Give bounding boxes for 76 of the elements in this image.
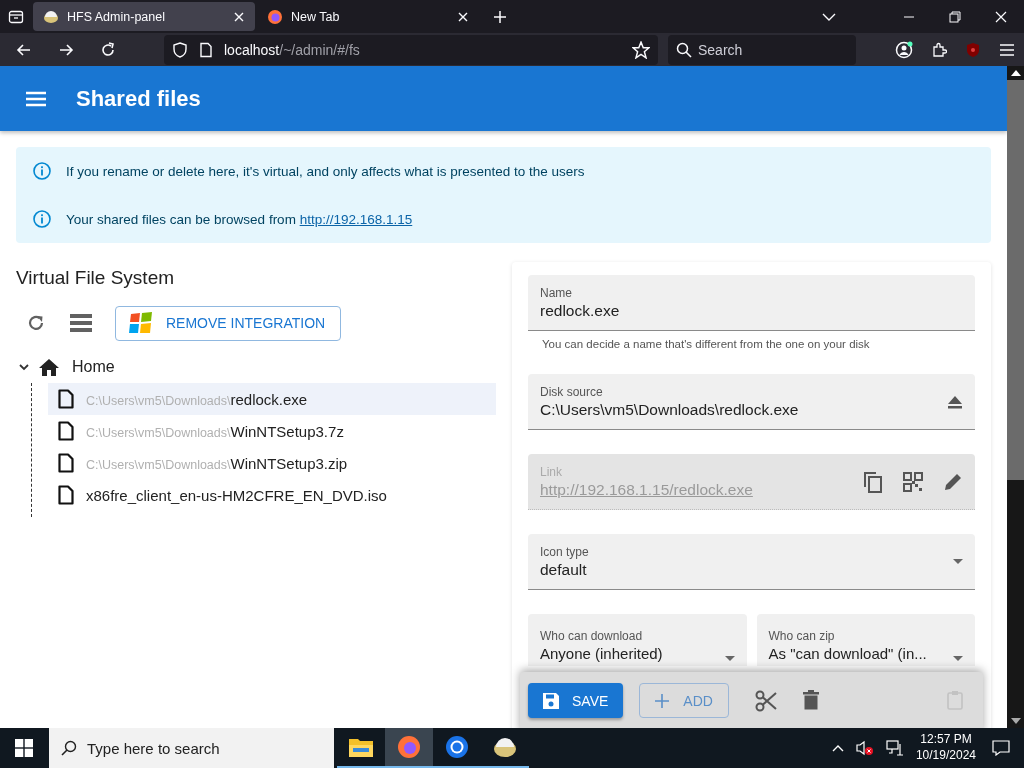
dropdown-arrow-icon[interactable] [953, 656, 963, 662]
account-icon[interactable] [895, 40, 913, 59]
restore-icon[interactable] [949, 10, 961, 23]
page-icon [198, 41, 214, 58]
network-icon[interactable] [885, 740, 904, 756]
chevron-up-icon[interactable] [831, 744, 844, 752]
browser-icon [445, 735, 469, 759]
search-field[interactable]: Type here to search [49, 728, 334, 768]
search-icon [676, 41, 692, 58]
info-message: Your shared files can be browsed from http://192.168.1.15 [66, 211, 413, 227]
trash-icon[interactable] [802, 690, 819, 710]
tree-item[interactable]: C:\Users\vm5\Downloads\WinNTSetup3.7z [48, 415, 496, 447]
dropdown-arrow-icon[interactable] [724, 656, 735, 662]
browser-tab[interactable]: HFS Admin-panel [33, 2, 255, 31]
reload-icon[interactable] [100, 41, 116, 58]
search-icon [61, 740, 77, 756]
home-icon [39, 358, 59, 376]
scissors-icon[interactable] [754, 690, 777, 712]
text-field[interactable]: Disk source C:\Users\vm5\Downloads\redlock.exe [528, 374, 975, 430]
text-field[interactable]: Name redlock.exe [528, 275, 975, 331]
folder-icon [349, 737, 373, 757]
menu-icon[interactable] [999, 41, 1015, 58]
info-icon [32, 161, 52, 181]
text-field[interactable]: Icon type default [528, 534, 975, 590]
shield-icon [172, 41, 188, 58]
helper-text: You can decide a name that's different from the one on your disk [542, 338, 871, 350]
firefox-icon [397, 735, 421, 759]
info-message: If you rename or delete here, it's virtual, and only affects what is presented to the users [66, 163, 585, 179]
eject-icon[interactable] [947, 394, 963, 409]
scrollbar[interactable] [1007, 66, 1024, 728]
select-field[interactable]: Who can download Anyone (inherited) [528, 614, 747, 666]
file-icon [58, 485, 74, 505]
firefox-icon [267, 8, 283, 25]
file-icon [58, 453, 74, 473]
address-link[interactable]: http://192.168.1.15 [299, 211, 413, 227]
menu-icon[interactable] [26, 90, 46, 107]
scroll-down-icon[interactable] [1010, 718, 1021, 724]
tree-item[interactable]: Home [16, 351, 496, 383]
list-icon[interactable] [70, 314, 92, 332]
clock[interactable]: 12:57 PM 10/19/2024 [915, 732, 976, 764]
new-tab-icon[interactable] [493, 9, 507, 24]
browser-tab[interactable]: New Tab [257, 2, 479, 31]
select-field[interactable]: Who can zip As "can download" (in... [756, 614, 975, 666]
extensions-icon[interactable] [931, 41, 947, 58]
file-icon [58, 389, 74, 409]
forward-icon[interactable] [58, 41, 74, 58]
close-icon[interactable] [995, 10, 1007, 23]
section-title: Virtual File System [16, 267, 176, 289]
notification-icon[interactable] [992, 740, 1010, 756]
back-icon[interactable] [16, 41, 32, 58]
tree-item[interactable]: x86fre_client_en-us-HM2CFRE_EN_DVD.iso [48, 479, 496, 511]
chevron-down-icon[interactable] [18, 361, 30, 373]
address-bar[interactable]: localhost/~/admin/#/fs [164, 34, 658, 65]
remove-integration-button[interactable]: REMOVE INTEGRATION [115, 305, 342, 341]
star-icon[interactable] [632, 40, 650, 59]
shield-icon[interactable] [965, 41, 981, 58]
info-icon [32, 209, 52, 229]
page-title: Shared files [76, 85, 201, 112]
search-field[interactable]: Search [668, 34, 856, 65]
windows-icon [128, 311, 154, 335]
scroll-up-icon[interactable] [1010, 70, 1021, 76]
tree-item[interactable]: C:\Users\vm5\Downloads\WinNTSetup3.zip [48, 447, 496, 479]
tree-item[interactable]: C:\Users\vm5\Downloads\redlock.exe [48, 383, 496, 415]
speaker-muted-icon[interactable] [855, 740, 874, 756]
save-button[interactable]: SAVE [528, 683, 624, 718]
close-icon[interactable] [457, 10, 469, 23]
disk-icon [493, 735, 517, 759]
reload-icon[interactable] [26, 313, 46, 333]
floppy-icon [542, 691, 560, 710]
plus-icon [655, 693, 670, 708]
tab-list-icon[interactable] [8, 8, 24, 25]
start-icon[interactable] [15, 739, 33, 757]
disk-icon [43, 8, 59, 25]
close-icon[interactable] [233, 10, 245, 23]
file-icon [58, 421, 74, 441]
dropdown-arrow-icon[interactable] [953, 558, 963, 565]
